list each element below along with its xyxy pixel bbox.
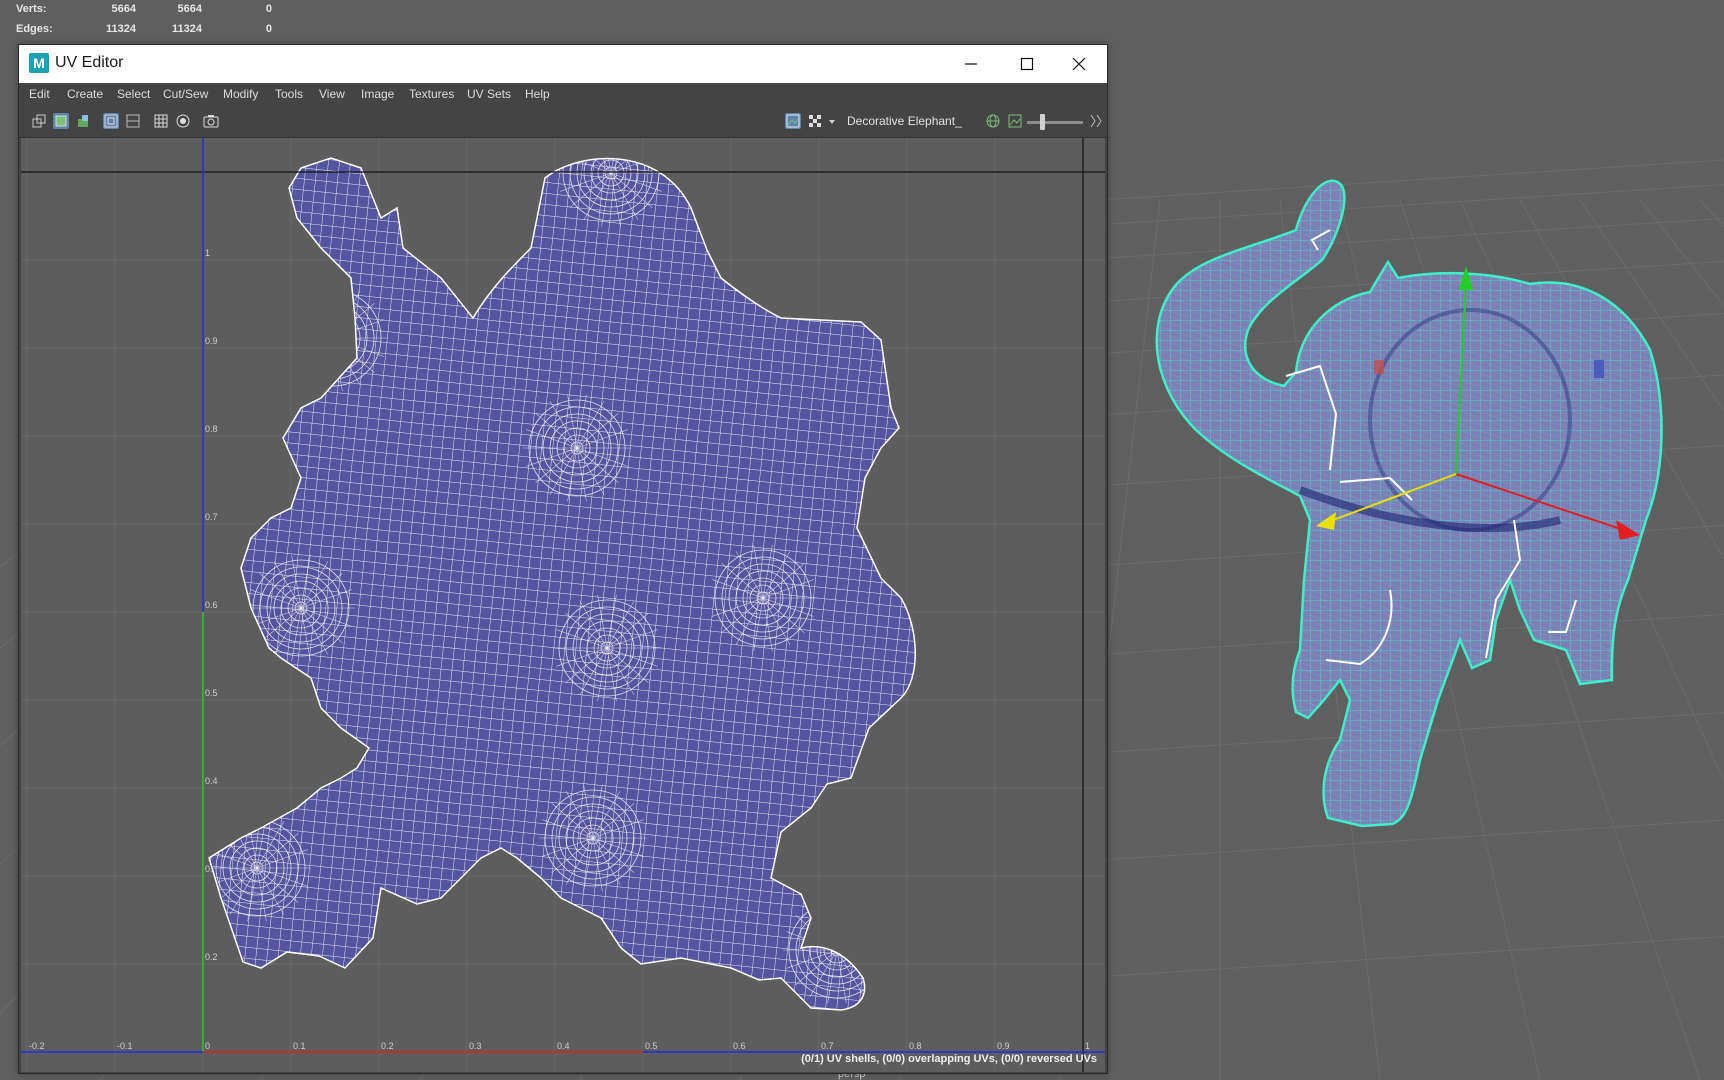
menu-edit[interactable]: Edit xyxy=(29,87,50,101)
checker-icon[interactable] xyxy=(807,113,823,129)
menu-help[interactable]: Help xyxy=(525,87,550,101)
uv-editor-window[interactable]: M UV Editor Edit Create Select Cut/Sew M… xyxy=(18,44,1108,1074)
shaded-uvs-icon[interactable] xyxy=(53,113,69,129)
menu-view[interactable]: View xyxy=(319,87,345,101)
close-icon xyxy=(1072,57,1086,71)
uv-y-tick-label: 0.2 xyxy=(205,952,218,962)
uv-y-tick-label: 0.4 xyxy=(205,776,218,786)
uv-y-tick-label: 0.7 xyxy=(205,512,218,522)
hud-value: 11324 xyxy=(106,23,136,35)
uv-x-tick-label: 0.5 xyxy=(645,1041,658,1051)
uv-x-tick-label: 0.8 xyxy=(909,1041,922,1051)
maximize-icon xyxy=(1020,57,1034,71)
uv-canvas[interactable]: -0.2 -0.1 0 0.1 0.2 0.3 0.4 0.5 0.6 0.7 0.8 0.9 1 0.2… xyxy=(21,138,1105,1072)
display-image-icon[interactable] xyxy=(785,113,801,129)
minimize-icon xyxy=(965,63,977,65)
pixel-snap-icon[interactable] xyxy=(175,113,191,129)
globe-icon[interactable] xyxy=(985,113,1001,129)
grid-icon[interactable] xyxy=(153,113,169,129)
menu-cut-sew[interactable]: Cut/Sew xyxy=(163,87,208,101)
uv-x-tick-label: 0.4 xyxy=(557,1041,570,1051)
uv-x-tick-label: 0 xyxy=(205,1041,210,1051)
texture-borders-icon[interactable] xyxy=(125,113,141,129)
minimize-button[interactable] xyxy=(943,45,999,83)
uv-x-tick-label: -0.1 xyxy=(117,1041,133,1051)
distortion-icon[interactable] xyxy=(75,113,91,129)
image-icon[interactable] xyxy=(1007,113,1023,129)
menu-select[interactable]: Select xyxy=(117,87,150,101)
uv-y-tick-label: 0.6 xyxy=(205,600,218,610)
snapshot-camera-icon[interactable] xyxy=(203,113,219,129)
hud-label: Verts: xyxy=(16,3,47,15)
svg-text:M: M xyxy=(33,55,45,71)
uv-boundary-icon[interactable] xyxy=(103,113,119,129)
uv-shell[interactable] xyxy=(201,138,921,1072)
hud-value: 5664 xyxy=(111,3,136,15)
menu-create[interactable]: Create xyxy=(67,87,103,101)
slider-handle[interactable] xyxy=(1040,114,1045,130)
menu-modify[interactable]: Modify xyxy=(223,87,258,101)
uv-x-tick-label: 0.1 xyxy=(293,1041,306,1051)
uv-x-tick-label: 0.6 xyxy=(733,1041,746,1051)
menu-image[interactable]: Image xyxy=(361,87,394,101)
menu-textures[interactable]: Textures xyxy=(409,87,454,101)
hud-value: 11324 xyxy=(172,23,202,35)
maximize-button[interactable] xyxy=(999,45,1055,83)
menu-bar: Edit Create Select Cut/Sew Modify Tools … xyxy=(19,83,1107,105)
uv-y-tick-label: 1 xyxy=(205,248,210,258)
menu-tools[interactable]: Tools xyxy=(275,87,303,101)
uv-x-tick-label: 0.9 xyxy=(997,1041,1010,1051)
window-title: UV Editor xyxy=(55,54,124,71)
chevron-down-icon[interactable] xyxy=(827,113,837,129)
hud-value: 0 xyxy=(265,23,272,35)
uv-y-tick-label: 0.9 xyxy=(205,336,218,346)
close-button[interactable] xyxy=(1051,45,1107,83)
hud-value: 0 xyxy=(265,3,272,15)
uv-y-tick-label: 0.5 xyxy=(205,688,218,698)
uv-x-tick-label: 0.7 xyxy=(821,1041,834,1051)
uv-x-tick-label: 1 xyxy=(1085,1041,1090,1051)
maya-logo-icon: M xyxy=(29,53,49,73)
uv-y-tick-label: 0.8 xyxy=(205,424,218,434)
hud-row-edges: Edges: 11324 11324 0 xyxy=(0,23,290,41)
hud-value: 5664 xyxy=(177,3,202,15)
uv-x-tick-label: -0.2 xyxy=(29,1041,45,1051)
title-bar[interactable]: M UV Editor xyxy=(19,45,1107,83)
hud-row-verts: Verts: 5664 5664 0 xyxy=(0,3,290,21)
uv-canvas-drawing: -0.2 -0.1 0 0.1 0.2 0.3 0.4 0.5 0.6 0.7 0.8 0.9 1 0.2… xyxy=(21,138,1105,1072)
texture-dropdown[interactable]: Decorative Elephant_ xyxy=(847,114,962,128)
elephant-model[interactable] xyxy=(1140,170,1680,840)
dim-image-slider[interactable] xyxy=(1027,121,1083,124)
hud-label: Edges: xyxy=(16,23,53,35)
toolbar-expand-icon[interactable] xyxy=(1089,113,1103,129)
uv-x-tick-label: 0.3 xyxy=(469,1041,482,1051)
uv-shell-icon[interactable] xyxy=(31,113,47,129)
uv-status-message: (0/1) UV shells, (0/0) overlapping UVs, … xyxy=(801,1053,1097,1065)
uv-toolbar: Decorative Elephant_ xyxy=(19,105,1107,138)
menu-uv-sets[interactable]: UV Sets xyxy=(467,87,511,101)
uv-x-tick-label: 0.2 xyxy=(381,1041,394,1051)
